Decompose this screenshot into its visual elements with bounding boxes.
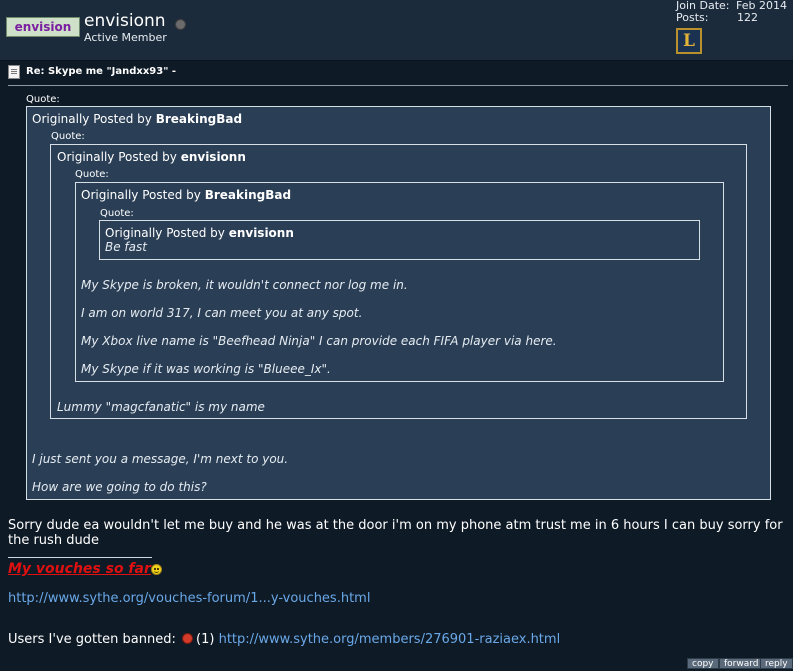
- post-title-row: Re: Skype me "Jandxx93" -: [6, 63, 786, 81]
- quote-4-author[interactable]: envisionn: [229, 226, 294, 240]
- quote-4-header: Originally Posted by envisionn: [105, 226, 294, 240]
- quote-label-1: Quote:: [26, 94, 60, 105]
- quote-3-line: I am on world 317, I can meet you at any…: [81, 306, 363, 320]
- reply-button[interactable]: reply: [760, 658, 793, 669]
- vouches-url-link[interactable]: http://www.sythe.org/vouches-forum/1...y…: [8, 591, 370, 606]
- post-title: Re: Skype me "Jandxx93" -: [26, 66, 177, 77]
- username-link[interactable]: envisionn: [84, 11, 166, 31]
- user-stats: Join Date: Feb 2014 Posts: 122: [676, 0, 787, 24]
- quote-3-line: My Skype is broken, it wouldn't connect …: [81, 278, 408, 292]
- forward-button[interactable]: forward: [719, 658, 764, 669]
- quote-1-line: How are we going to do this?: [32, 480, 207, 494]
- quote-2-header: Originally Posted by envisionn: [57, 150, 246, 164]
- quote-3-header: Originally Posted by BreakingBad: [81, 188, 291, 202]
- quote-prefix: Originally Posted by: [81, 188, 201, 202]
- quote-1-header: Originally Posted by BreakingBad: [32, 112, 242, 126]
- vouches-link[interactable]: My vouches so far: [8, 561, 151, 577]
- post-header: envision envisionn Active Member Join Da…: [0, 0, 793, 61]
- quote-2-author[interactable]: envisionn: [181, 150, 246, 164]
- quote-prefix: Originally Posted by: [57, 150, 177, 164]
- banned-url-link[interactable]: http://www.sythe.org/members/276901-razi…: [219, 632, 561, 647]
- quote-3-line: My Xbox live name is "Beefhead Ninja" I …: [81, 334, 557, 348]
- banned-line: Users I've gotten banned: (1) http://www…: [8, 632, 560, 647]
- post-document-icon: [8, 65, 20, 79]
- posts-label: Posts:: [676, 11, 709, 24]
- angry-face-icon: [182, 633, 194, 644]
- quote-3-author[interactable]: BreakingBad: [205, 188, 291, 202]
- user-logo: envision: [6, 17, 80, 37]
- banned-count: (1): [196, 632, 215, 647]
- offline-status-icon: [175, 19, 186, 30]
- rank-badge-icon: L: [676, 28, 702, 54]
- quote-prefix: Originally Posted by: [105, 226, 225, 240]
- quote-prefix: Originally Posted by: [32, 112, 152, 126]
- quote-1-line: I just sent you a message, I'm next to y…: [32, 452, 289, 466]
- smiley-icon: [151, 564, 162, 575]
- posts-value: 122: [737, 11, 758, 24]
- banned-label: Users I've gotten banned:: [8, 632, 176, 647]
- quote-1-author[interactable]: BreakingBad: [156, 112, 242, 126]
- post-body: Sorry dude ea wouldn't let me buy and he…: [8, 518, 783, 548]
- quote-label-2: Quote:: [51, 131, 85, 142]
- quote-label-4: Quote:: [100, 208, 134, 219]
- signature-divider: [8, 557, 152, 558]
- quote-3-line: My Skype if it was working is "Blueee_Ix…: [81, 362, 331, 376]
- quote-2-line: Lummy "magcfanatic" is my name: [57, 400, 265, 414]
- quote-4-text: Be fast: [105, 240, 147, 254]
- title-divider: [8, 85, 788, 86]
- copy-button[interactable]: copy: [687, 658, 719, 669]
- user-title: Active Member: [84, 31, 167, 44]
- quote-label-3: Quote:: [75, 169, 109, 180]
